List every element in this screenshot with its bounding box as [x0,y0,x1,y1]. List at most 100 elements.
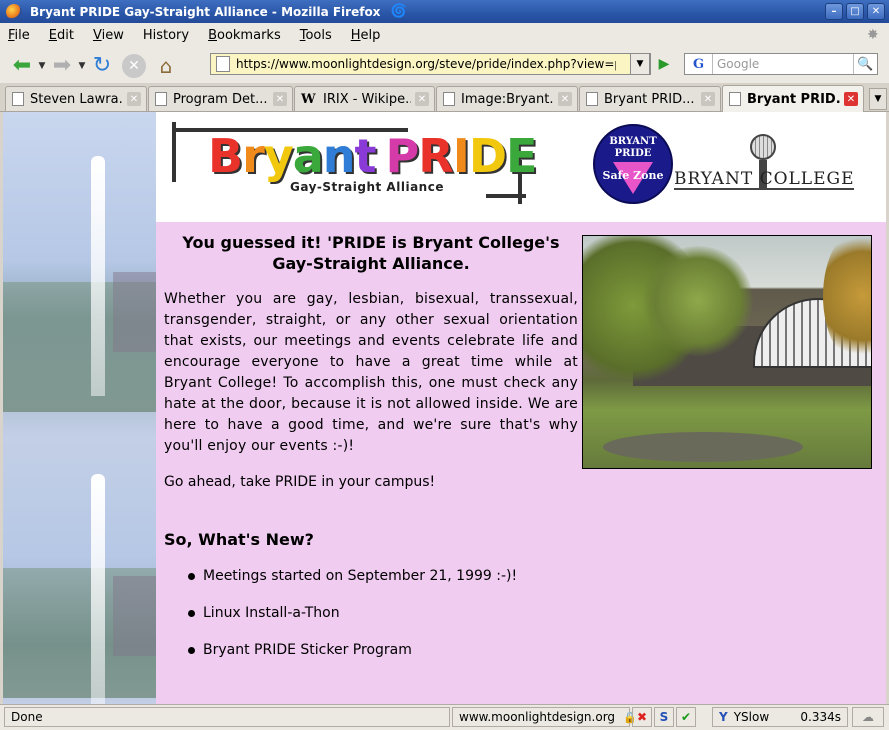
status-host: www.moonlightdesign.org 🔒 [452,707,637,727]
logo-word1: Bryant [208,129,377,183]
globe-icon [750,134,776,160]
s-addon-icon[interactable]: S [654,707,674,727]
tab-5[interactable]: Bryant PRID... ✕ [579,86,721,111]
tab-label: Steven Lawra... [30,91,123,107]
menu-label-rest: elp [360,28,381,43]
page-icon [729,92,741,106]
minimize-icon[interactable]: – [825,3,843,20]
menu-file[interactable]: File [8,28,30,43]
menu-history[interactable]: History [143,28,189,43]
tab-3[interactable]: W IRIX - Wikipe... ✕ [294,86,435,111]
tab-close-icon[interactable]: ✕ [844,92,858,106]
tab-close-icon[interactable]: ✕ [558,92,572,106]
tab-4[interactable]: Image:Bryant... ✕ [436,86,578,111]
news-list: Meetings started on September 21, 1999 :… [188,566,517,677]
tab-6[interactable]: Bryant PRID... ✕ [722,85,864,112]
reload-icon[interactable]: ↻ [88,52,116,80]
status-text: Done [4,707,450,727]
seal-safe-zone: Safe Zone [602,169,664,182]
forward-history-chevron-down-icon[interactable]: ▼ [76,61,88,71]
yslow-icon: Y [719,710,728,724]
menu-tools[interactable]: Tools [300,28,332,43]
whats-new-heading: So, What's New? [164,530,314,549]
menu-accelerator: E [48,28,57,43]
status-bar: Done www.moonlightdesign.org 🔒 ✖ S ✔ Y YS… [0,704,889,730]
yslow-label: YSlow [733,710,770,724]
bullet-icon [188,572,195,580]
page-icon [155,92,167,106]
navigation-toolbar: ⬅ ▼ ➡ ▼ ↻ ✕ ⌂ https://www.moonlightdesig… [0,48,889,83]
closing-text: Go ahead, take PRIDE in your campus! [164,474,436,490]
menubar: File Edit View History Bookmarks Tools Help ✸ [0,23,889,48]
search-engine-google-icon[interactable]: G [685,54,713,74]
tab-bar: ▼ Steven Lawra... ✕ Program Det... ✕ W IRIX -… [0,83,889,112]
page-icon [12,92,24,106]
firefox-icon [6,3,22,20]
bryant-pride-logo: Bryant PRIDE [208,129,537,183]
menu-accelerator: V [92,28,102,43]
logo-frame [172,122,176,182]
url-text[interactable]: https://www.moonlightdesign.org/steve/pr… [236,57,616,71]
menu-edit[interactable]: Edit [49,28,74,43]
go-arrow-icon[interactable]: ▶ [653,53,675,75]
tab-label: Bryant PRID... [747,91,840,107]
page-header: Bryant PRIDE Gay-Straight Alliance BRYANT… [156,112,886,222]
news-item: Bryant PRIDE Sticker Program [188,640,517,660]
fountain-decoration [91,156,105,396]
stop-icon[interactable]: ✕ [122,53,146,78]
menu-label-rest: iew [101,28,124,43]
menu-label-rest: ookmarks [217,28,281,43]
url-bar[interactable]: https://www.moonlightdesign.org/steve/pr… [210,53,651,75]
yslow-panel[interactable]: Y YSlow 0.334s [712,707,848,727]
tab-close-icon[interactable]: ✕ [415,92,429,106]
network-status-icon[interactable]: ☁ [852,707,884,727]
tab-close-icon[interactable]: ✕ [701,92,715,106]
window-title: Bryant PRIDE Gay-Straight Alliance - Moz… [30,4,381,19]
news-item-text: Bryant PRIDE Sticker Program [203,642,412,658]
menu-label-rest: dit [57,28,74,43]
throbber-icon: ✸ [867,27,879,43]
news-item-text: Meetings started on September 21, 1999 :… [203,568,518,584]
window-titlebar: Bryant PRIDE Gay-Straight Alliance - Moz… [0,0,889,23]
photo-tree [643,246,753,356]
tab-close-icon[interactable]: ✕ [273,92,287,106]
page-icon [586,92,598,106]
check-icon[interactable]: ✔ [676,707,696,727]
fountain-decoration [91,474,105,704]
home-icon[interactable]: ⌂ [152,52,180,80]
intro-paragraph: Whether you are gay, lesbian, bisexual, … [164,291,578,454]
seal-line2: PRIDE [614,148,652,159]
close-icon[interactable]: ✕ [867,3,885,20]
menu-label-rest: ools [305,28,332,43]
forward-arrow-icon[interactable]: ➡ [48,52,76,80]
bullet-icon [188,646,195,654]
blocked-icon[interactable]: ✖ [632,707,652,727]
tab-label: Bryant PRID... [604,91,695,107]
search-input[interactable]: Google [713,57,853,71]
maximize-icon[interactable]: □ [846,3,864,20]
tab-2[interactable]: Program Det... ✕ [148,86,293,111]
bullet-icon [188,609,195,617]
news-item: Meetings started on September 21, 1999 :… [188,566,517,586]
search-icon[interactable]: 🔍 [853,54,877,74]
main-column: You guessed it! 'PRIDE is Bryant College… [164,232,578,457]
tab-1[interactable]: Steven Lawra... ✕ [5,86,147,111]
menu-accelerator: B [208,28,217,43]
photo-pond [603,432,803,462]
tab-close-icon[interactable]: ✕ [127,92,141,106]
menu-accelerator: H [350,28,361,43]
campus-photo [582,235,872,469]
back-arrow-icon[interactable]: ⬅ [8,52,36,80]
tab-label: IRIX - Wikipe... [323,91,411,107]
menu-view[interactable]: View [93,28,124,43]
tab-list-chevron-down-icon[interactable]: ▼ [869,88,887,110]
college-name-underline [674,188,854,190]
menu-bookmarks[interactable]: Bookmarks [208,28,281,43]
menu-help[interactable]: Help [351,28,381,43]
news-item: Linux Install-a-Thon [188,603,517,623]
url-history-chevron-down-icon[interactable]: ▼ [630,53,650,75]
back-history-chevron-down-icon[interactable]: ▼ [36,61,48,71]
wikipedia-icon: W [301,92,316,107]
search-box[interactable]: G Google 🔍 [684,53,878,75]
page-icon [443,92,455,106]
